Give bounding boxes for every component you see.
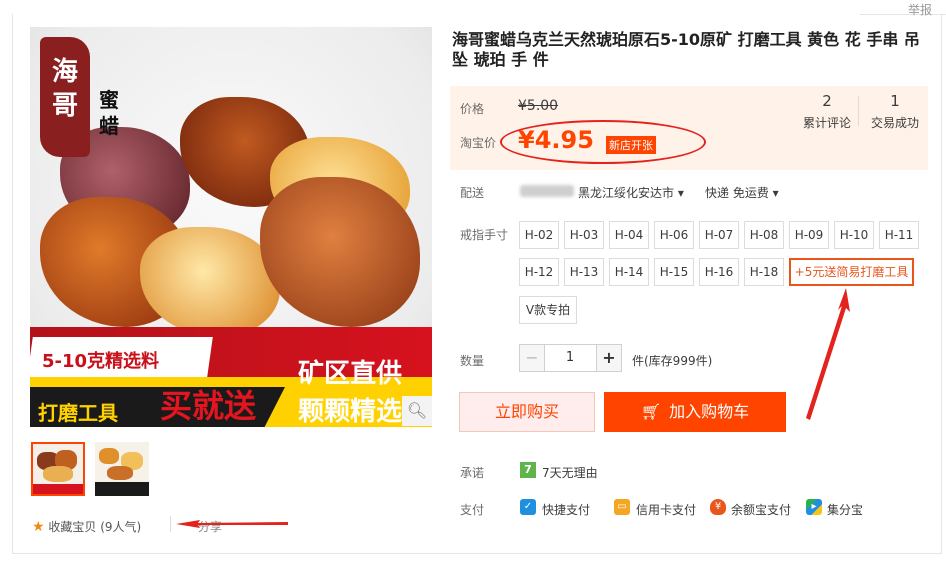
add-to-cart-label: 加入购物车 xyxy=(669,402,750,421)
promo-text-weight: 5-10克精选料 xyxy=(42,351,160,372)
ring-option[interactable]: H-16 xyxy=(699,258,739,286)
ring-option[interactable]: H-08 xyxy=(744,221,784,249)
thumb-banner xyxy=(95,482,149,496)
credit-card-icon: ▭ xyxy=(614,499,630,515)
shipping-label: 配送 xyxy=(460,186,485,200)
stat-reviews[interactable]: 2 累计评论 xyxy=(792,92,862,131)
promo-text-gift: 买就送 xyxy=(160,387,257,425)
ring-option-v-style[interactable]: V款专拍 xyxy=(519,296,577,324)
brand-logo: 海哥 xyxy=(40,37,90,157)
annotation-ellipse xyxy=(500,120,706,164)
ring-option[interactable]: H-18 xyxy=(744,258,784,286)
ring-option[interactable]: H-11 xyxy=(879,221,919,249)
ring-option[interactable]: H-15 xyxy=(654,258,694,286)
thumbnail-2[interactable] xyxy=(95,442,149,496)
product-title: 海哥蜜蜡乌克兰天然琥珀原石5-10原矿 打磨工具 黄色 花 手串 吊坠 琥珀 手… xyxy=(452,30,920,69)
promo-text-tool: 打磨工具 xyxy=(38,401,118,425)
favorite-label: 收藏宝贝 (9人气) xyxy=(48,520,142,534)
amber-stone xyxy=(99,448,119,464)
ring-size-label: 戒指手寸 xyxy=(460,228,509,242)
promo-text-selected: 颗颗精选 xyxy=(298,397,403,427)
thumb-banner xyxy=(33,484,83,494)
method-text: 快递 免运费 xyxy=(705,186,769,200)
stat-number: 1 xyxy=(890,92,900,110)
report-divider xyxy=(860,14,946,15)
quantity-increase-button[interactable]: + xyxy=(596,344,622,372)
origin-redacted xyxy=(520,185,574,197)
chevron-down-icon: ▾ xyxy=(677,186,684,200)
amber-stone xyxy=(140,227,280,337)
quantity-decrease-button[interactable]: − xyxy=(519,344,545,372)
payment-method: 余额宝支付 xyxy=(731,503,792,517)
stat-sales[interactable]: 1 交易成功 xyxy=(860,92,930,131)
report-link[interactable]: 举报 xyxy=(908,1,932,18)
main-product-image[interactable]: 海哥 蜜蜡 5-10克精选料 打磨工具 买就送 矿区直供 颗颗精选 xyxy=(30,27,432,427)
destination-text: 黑龙江绥化安达市 xyxy=(578,186,675,200)
stat-caption: 交易成功 xyxy=(870,116,919,130)
jifenbao-icon: ▸ xyxy=(806,499,822,515)
brand-logo-sub: 蜜蜡 xyxy=(99,88,119,138)
quick-pay-icon: ✓ xyxy=(520,499,536,515)
ring-option[interactable]: H-14 xyxy=(609,258,649,286)
annotation-arrow-left xyxy=(176,520,288,528)
zoom-icon[interactable]: 🔍︎ xyxy=(402,396,432,426)
chevron-down-icon: ▾ xyxy=(772,186,779,200)
star-icon: ★ xyxy=(32,519,45,535)
price-label: 价格 xyxy=(460,102,485,116)
quantity-input[interactable]: 1 xyxy=(544,344,596,372)
ring-option-tool-gift[interactable]: +5元送简易打磨工具 xyxy=(789,258,914,286)
amber-stone xyxy=(43,466,73,482)
quantity-label: 数量 xyxy=(460,354,485,368)
promo-price-label: 淘宝价 xyxy=(460,136,497,150)
ring-option[interactable]: H-09 xyxy=(789,221,829,249)
annotation-arrow-up xyxy=(806,288,850,420)
promise-label: 承诺 xyxy=(460,466,485,480)
stat-divider xyxy=(858,96,859,126)
thumbnail-1[interactable] xyxy=(31,442,85,496)
ring-option[interactable]: H-03 xyxy=(564,221,604,249)
promo-text-direct: 矿区直供 xyxy=(298,359,403,389)
add-to-cart-button[interactable]: 🛒︎ 加入购物车 xyxy=(604,392,786,432)
ring-option[interactable]: H-04 xyxy=(609,221,649,249)
ring-option[interactable]: H-10 xyxy=(834,221,874,249)
stat-number: 2 xyxy=(822,92,832,110)
cart-icon: 🛒︎ xyxy=(640,402,662,421)
original-price: ¥5.00 xyxy=(518,98,559,114)
ring-option[interactable]: H-12 xyxy=(519,258,559,286)
promise-text[interactable]: 7天无理由 xyxy=(542,464,598,481)
payment-method: 快捷支付 xyxy=(542,503,591,517)
seven-day-icon: 7 xyxy=(520,462,536,478)
divider xyxy=(170,516,171,532)
favorite-button[interactable]: ★ 收藏宝贝 (9人气) xyxy=(32,518,141,535)
ring-option[interactable]: H-06 xyxy=(654,221,694,249)
shipping-destination[interactable]: 黑龙江绥化安达市 ▾ xyxy=(578,184,684,201)
stat-caption: 累计评论 xyxy=(802,116,851,130)
shipping-method[interactable]: 快递 免运费 ▾ xyxy=(705,184,779,201)
buy-now-button[interactable]: 立即购买 xyxy=(459,392,595,432)
payment-method: 信用卡支付 xyxy=(636,503,697,517)
stock-info: 件(库存999件) xyxy=(632,354,713,368)
payment-label: 支付 xyxy=(460,503,485,517)
yuebao-icon: ¥ xyxy=(710,499,726,515)
ring-option[interactable]: H-07 xyxy=(699,221,739,249)
amber-stone xyxy=(107,466,133,480)
ring-option[interactable]: H-02 xyxy=(519,221,559,249)
ring-option[interactable]: H-13 xyxy=(564,258,604,286)
payment-method: 集分宝 xyxy=(827,503,864,517)
